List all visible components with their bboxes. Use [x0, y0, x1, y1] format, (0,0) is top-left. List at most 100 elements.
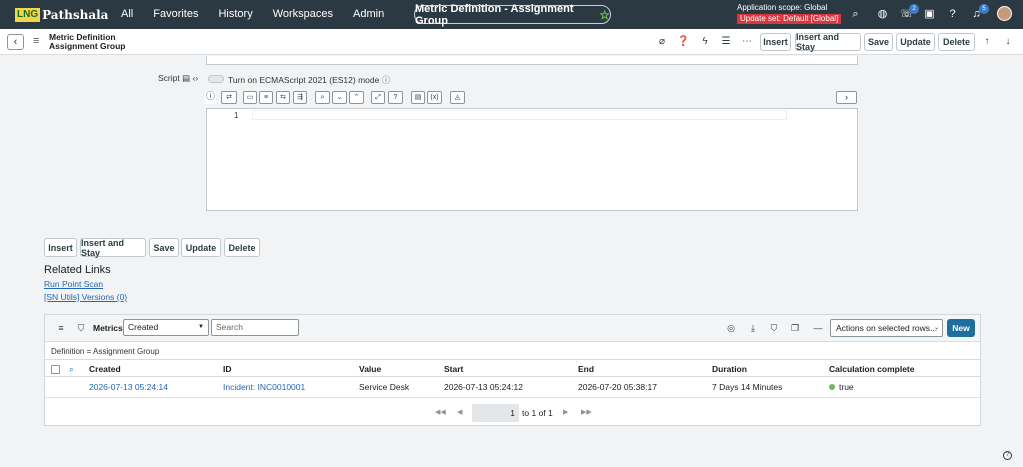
- expand-panel-icon[interactable]: ›: [836, 91, 857, 104]
- search-input[interactable]: Search: [211, 319, 299, 336]
- insert-button[interactable]: Insert: [760, 33, 791, 51]
- list-menu-icon[interactable]: ≡: [55, 323, 67, 333]
- function-icon[interactable]: (x): [427, 91, 442, 104]
- previous-page-icon[interactable]: ◀: [457, 408, 462, 416]
- column-calculation-complete[interactable]: Calculation complete: [829, 364, 915, 374]
- bottom-delete-button[interactable]: Delete: [224, 238, 260, 257]
- record-title-pill[interactable]: Metric Definition - Assignment Group ☆: [414, 3, 611, 27]
- cell-value: Service Desk: [359, 382, 410, 392]
- download-icon[interactable]: ⤓: [747, 323, 759, 334]
- bottom-insert-button[interactable]: Insert: [44, 238, 77, 257]
- previous-field[interactable]: [206, 56, 858, 65]
- attachment-icon[interactable]: ⌀: [656, 36, 668, 47]
- page-input[interactable]: 1: [472, 404, 519, 422]
- filter-breadcrumb[interactable]: Definition = Assignment Group: [51, 347, 159, 356]
- chat-icon[interactable]: ☏ 2: [900, 4, 919, 21]
- update-button[interactable]: Update: [896, 33, 935, 51]
- search-icon[interactable]: ⌕: [849, 8, 862, 21]
- chevron-up-icon[interactable]: ⌃: [349, 91, 364, 104]
- bottom-save-button[interactable]: Save: [149, 238, 179, 257]
- nav-favorites[interactable]: Favorites: [153, 8, 198, 20]
- personalize-icon[interactable]: ◎: [725, 323, 737, 334]
- select-all-checkbox[interactable]: [51, 365, 60, 374]
- table-row[interactable]: 2026-07-13 05:24:14 Incident: INC0010001…: [45, 378, 980, 398]
- more-icon[interactable]: ⋯: [741, 36, 753, 47]
- pagination: ◀◀ ◀ 1 to 1 of 1 ▶ ▶▶: [45, 403, 980, 423]
- column-start[interactable]: Start: [444, 364, 463, 374]
- editor-current-line[interactable]: [252, 110, 787, 120]
- cell-created[interactable]: 2026-07-13 05:24:14: [89, 382, 168, 392]
- page-help-icon[interactable]: ?: [1003, 451, 1012, 460]
- back-button[interactable]: ‹: [7, 34, 24, 50]
- scope-info[interactable]: Application scope: Global Update set: De…: [737, 3, 842, 24]
- nav-all[interactable]: All: [121, 8, 133, 20]
- metrics-related-list: ≡ ⛉ Metrics Created ▼ Search ◎ ⤓ ⛉ ❐ — Ac…: [44, 314, 981, 426]
- cell-calculation-complete: true: [829, 382, 854, 392]
- nav-links: All Favorites History Workspaces Admin: [121, 8, 404, 20]
- update-set-badge[interactable]: Update set: Default [Global]: [737, 14, 842, 24]
- activity-icon[interactable]: ϟ: [699, 36, 711, 47]
- last-page-icon[interactable]: ▶▶: [581, 408, 592, 416]
- search-code-icon[interactable]: ⌕: [315, 91, 330, 104]
- help-icon[interactable]: ?: [946, 8, 959, 21]
- actions-select[interactable]: Actions on selected rows... ⌄: [830, 319, 943, 337]
- column-value[interactable]: Value: [359, 364, 381, 374]
- first-page-icon[interactable]: ◀◀: [435, 408, 446, 416]
- collapse-icon[interactable]: —: [812, 323, 824, 333]
- insert-and-stay-button[interactable]: Insert and Stay: [795, 32, 861, 52]
- save-script-icon[interactable]: ▤: [411, 91, 425, 104]
- form-title: Metric Definition Assignment Group: [49, 33, 126, 51]
- versions-link[interactable]: [SN Utils] Versions (0): [44, 292, 127, 302]
- arrow-down-icon[interactable]: ↓: [1002, 36, 1014, 47]
- column-created[interactable]: Created: [89, 364, 121, 374]
- nav-admin[interactable]: Admin: [353, 8, 384, 20]
- logo-name: Pathshala: [42, 7, 109, 22]
- toggle-syntax-icon[interactable]: ⇄: [221, 91, 237, 104]
- save-button[interactable]: Save: [864, 33, 893, 51]
- es12-toggle-label: Turn on ECMAScript 2021 (ES12) mode ⓘ: [228, 75, 391, 85]
- chat-badge: 2: [909, 4, 919, 14]
- star-icon[interactable]: ☆: [599, 8, 610, 22]
- funnel-icon[interactable]: ⛉: [768, 323, 780, 334]
- comment-icon[interactable]: ▭: [243, 91, 257, 104]
- new-button[interactable]: New: [947, 319, 975, 337]
- settings-icon[interactable]: ☰: [720, 36, 732, 47]
- globe-icon[interactable]: ◍: [876, 8, 889, 21]
- bottom-update-button[interactable]: Update: [181, 238, 221, 257]
- cell-end: 2026-07-20 05:38:17: [578, 382, 657, 392]
- bell-icon[interactable]: ♫ 5: [970, 4, 989, 21]
- script-editor[interactable]: 1: [206, 108, 858, 211]
- nav-workspaces[interactable]: Workspaces: [273, 8, 333, 20]
- inbox-icon[interactable]: ▣: [923, 8, 936, 21]
- script-save-icon[interactable]: ▤: [182, 73, 190, 83]
- arrow-up-icon[interactable]: ↑: [981, 36, 993, 47]
- search-field-select[interactable]: Created ▼: [123, 319, 209, 336]
- column-end[interactable]: End: [578, 364, 594, 374]
- run-point-scan-link[interactable]: Run Point Scan: [44, 279, 103, 289]
- column-search-icon[interactable]: ⌕: [69, 364, 74, 375]
- format-icon[interactable]: ≡: [259, 91, 273, 104]
- delete-button[interactable]: Delete: [938, 33, 975, 51]
- lint-icon[interactable]: ◬: [450, 91, 465, 104]
- script-debugger-icon[interactable]: ?: [388, 91, 403, 104]
- filter-icon[interactable]: ⛉: [75, 323, 87, 334]
- info-icon[interactable]: ❓: [677, 36, 689, 47]
- editor-help-icon[interactable]: ⓘ: [205, 91, 216, 104]
- menu-icon[interactable]: ≡: [33, 35, 39, 47]
- column-id[interactable]: ID: [223, 364, 232, 374]
- toggle-help-icon[interactable]: ⓘ: [382, 75, 391, 85]
- nav-history[interactable]: History: [218, 8, 252, 20]
- replace-all-icon[interactable]: ⇶: [293, 91, 307, 104]
- fullscreen-icon[interactable]: ⤢: [371, 91, 385, 104]
- chevron-down-icon[interactable]: ⌄: [332, 91, 347, 104]
- replace-icon[interactable]: ⇆: [276, 91, 290, 104]
- cell-id[interactable]: Incident: INC0010001: [223, 382, 305, 392]
- column-duration[interactable]: Duration: [712, 364, 747, 374]
- avatar[interactable]: [997, 6, 1012, 21]
- code-icon[interactable]: ‹›: [193, 73, 199, 83]
- copy-icon[interactable]: ❐: [789, 323, 801, 334]
- bottom-insert-and-stay-button[interactable]: Insert and Stay: [80, 238, 146, 258]
- next-page-icon[interactable]: ▶: [563, 408, 568, 416]
- company-logo[interactable]: LNG Pathshala: [15, 7, 108, 22]
- es12-toggle[interactable]: [208, 75, 224, 83]
